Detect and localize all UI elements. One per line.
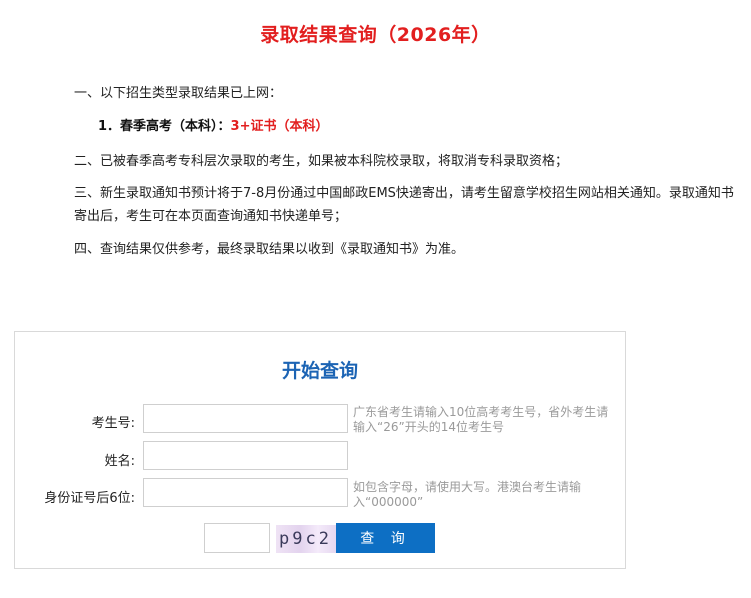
notice-item-1-sub: 1．春季高考（本科）：3+证书（本科） [98,115,329,138]
exam-no-input[interactable] [143,404,348,433]
notice-item-4: 四、查询结果仅供参考，最终录取结果以收到《录取通知书》为准。 [74,242,465,257]
page-title: 录取结果查询（2026年） [260,24,491,46]
admission-type-label: 1．春季高考（本科）： [98,119,231,134]
captcha-image[interactable]: p9c2 [276,525,336,553]
captcha-input[interactable] [204,523,270,553]
exam-no-label: 考生号: [91,416,135,431]
query-panel: 开始查询 考生号: 广东省考生请输入10位高考考生号，省外考生请输入“26”开头… [14,331,626,569]
id-last6-label: 身份证号后6位: [44,491,135,506]
exam-no-hint: 广东省考生请输入10位高考考生号，省外考生请输入“26”开头的14位考生号 [353,405,609,434]
name-label: 姓名: [104,454,135,469]
query-button[interactable]: 查 询 [336,523,435,553]
name-input[interactable] [143,441,348,470]
query-heading: 开始查询 [281,360,358,382]
id-last6-input[interactable] [143,478,348,507]
admission-type-value: 3+证书（本科） [230,119,329,134]
id-last6-hint: 如包含字母，请使用大写。港澳台考生请输入“000000” [353,480,582,509]
notice-item-2: 二、已被春季高考专科层次录取的考生，如果被本科院校录取，将取消专科录取资格； [74,154,569,169]
notice-item-1: 一、以下招生类型录取结果已上网： [74,86,283,101]
notice-item-3: 三、新生录取通知书预计将于7-8月份通过中国邮政EMS快递寄出，请考生留意学校招… [74,186,734,224]
